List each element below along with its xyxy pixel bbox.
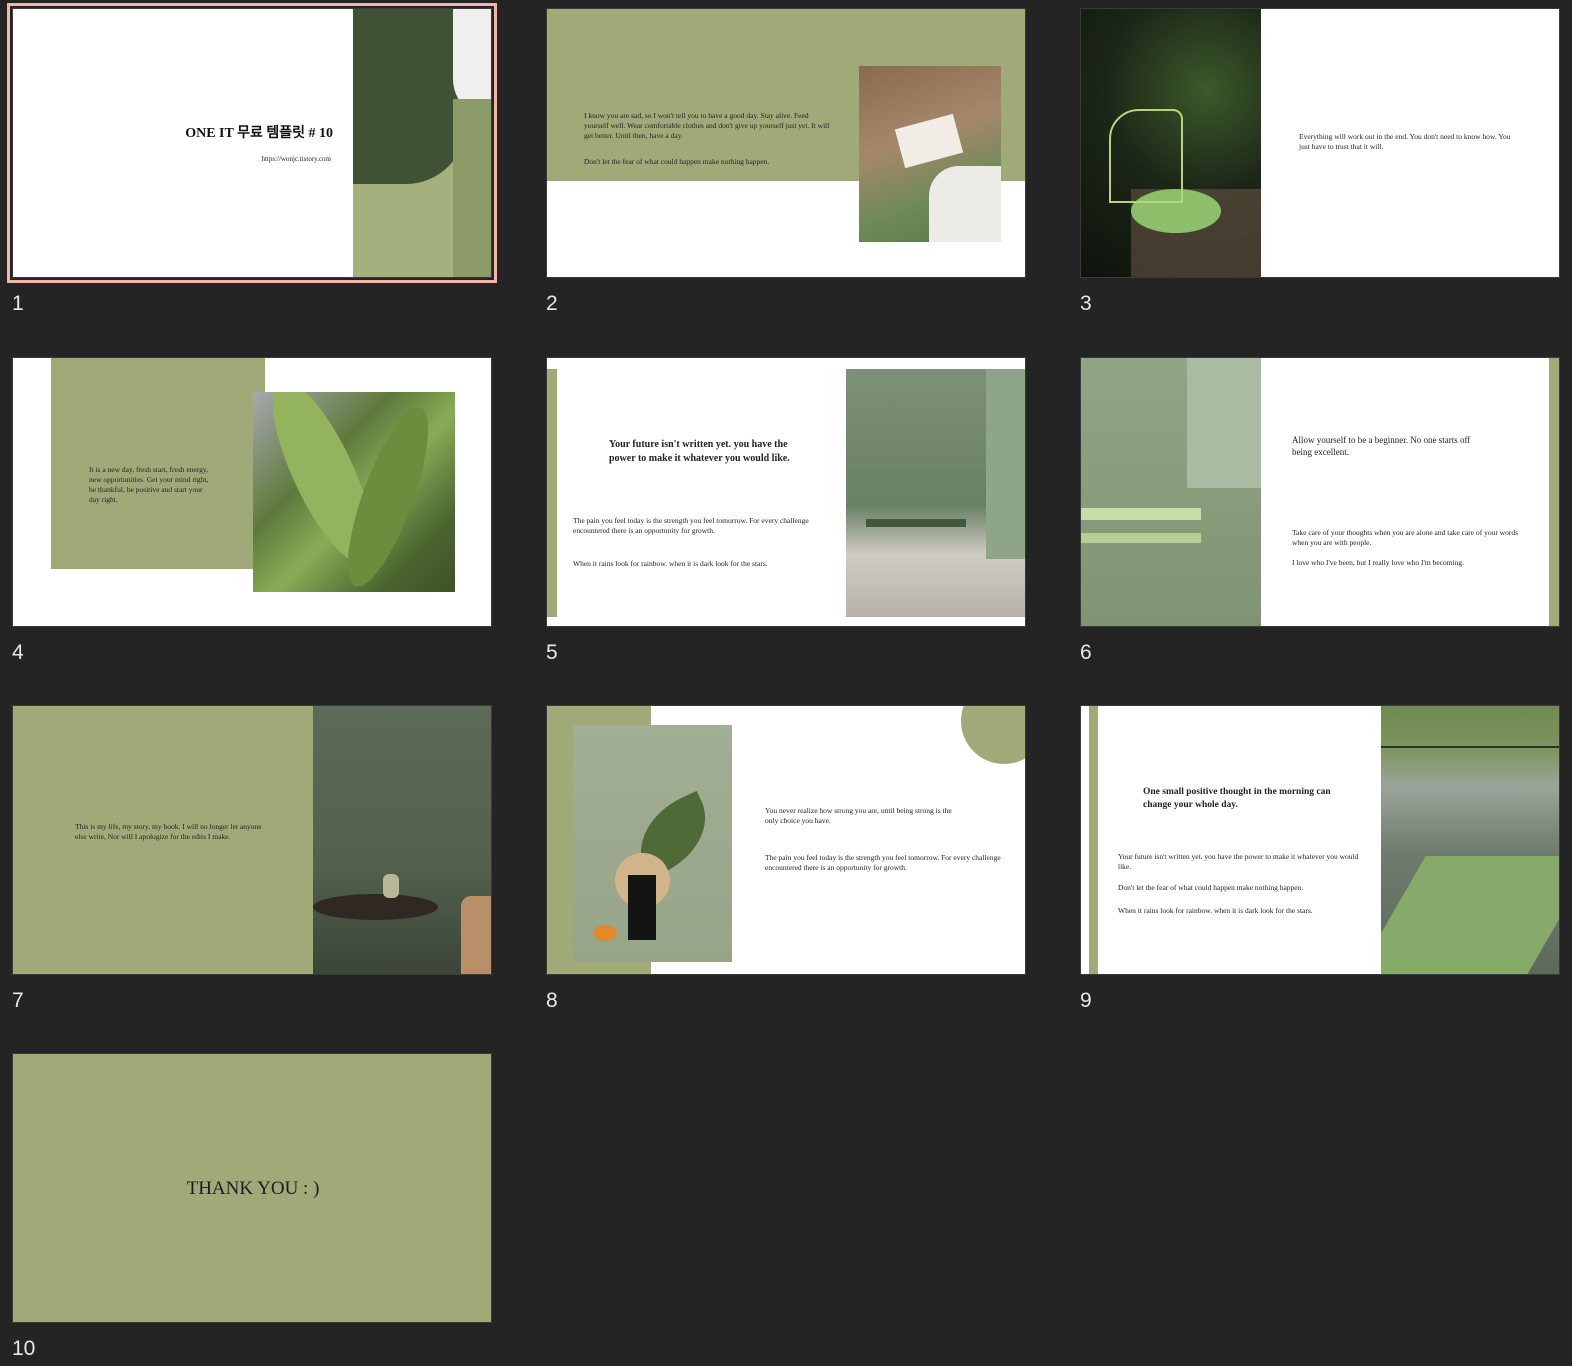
slide-heading: Allow yourself to be a beginner. No one … <box>1292 435 1471 458</box>
slide-number: 7 <box>12 989 24 1012</box>
body-text: You never realize how strong you are, un… <box>765 806 952 826</box>
body-text-3: When it rains look for rainbow. when it … <box>1118 906 1313 915</box>
slide-8-canvas: You never realize how strong you are, un… <box>546 705 1026 975</box>
slide-number: 2 <box>546 292 558 315</box>
sage-stripe <box>547 369 557 617</box>
slide-7-canvas: This is my life, my story, my book. I wi… <box>12 705 492 975</box>
slide-number: 1 <box>12 292 24 315</box>
dining-table-photo <box>313 706 491 974</box>
green-bathroom-photo <box>846 369 1025 617</box>
chair-photo <box>859 66 1001 242</box>
slide-number: 5 <box>546 641 558 664</box>
court-surface <box>1381 856 1559 974</box>
green-stairs-photo <box>1081 358 1261 626</box>
body-text-2: Don't let the fear of what could happen … <box>1118 883 1304 892</box>
vase-shape <box>383 874 399 898</box>
sage-circle <box>961 706 1025 764</box>
step-highlight-2 <box>1081 533 1201 543</box>
slide-4-canvas: It is a new day, fresh start, fresh ener… <box>12 357 492 627</box>
chair-back-shape <box>1109 109 1183 203</box>
sage-stripe <box>1549 358 1559 626</box>
body-text: Your future isn't written yet. you have … <box>1118 852 1359 872</box>
dark-green-shape <box>353 9 466 184</box>
plant-leaves-photo <box>253 392 455 592</box>
slide-number: 4 <box>12 641 24 664</box>
slide-5-canvas: Your future isn't written yet. you have … <box>546 357 1026 627</box>
body-text: The pain you feel today is the strength … <box>573 516 809 536</box>
body-text-2: The pain you feel today is the strength … <box>765 853 1001 873</box>
wall-shape <box>1187 358 1261 488</box>
slide-9-canvas: One small positive thought in the mornin… <box>1080 705 1560 975</box>
body-text: I know you are sad, so I won't tell you … <box>584 111 830 141</box>
bench-shape <box>866 519 966 527</box>
sage-stripe <box>1089 706 1098 974</box>
slide-2-canvas: I know you are sad, so I won't tell you … <box>546 8 1026 278</box>
fruit-shape <box>593 925 617 941</box>
slide-heading: Your future isn't written yet. you have … <box>609 439 790 464</box>
slide-number: 9 <box>1080 989 1092 1012</box>
chair-shape <box>461 896 491 974</box>
body-text: Everything will work out in the end. You… <box>1299 132 1511 152</box>
body-text-2: Don't let the fear of what could happen … <box>584 157 770 166</box>
tennis-court-photo <box>1381 706 1559 974</box>
slide-number: 6 <box>1080 641 1092 664</box>
sage-block <box>51 358 265 569</box>
table-shape <box>313 894 438 920</box>
vase-shape <box>628 875 656 940</box>
slide-3-canvas: Everything will work out in the end. You… <box>1080 8 1560 278</box>
wall-shape <box>986 369 1025 559</box>
body-text-2: I love who I've been, but I really love … <box>1292 558 1465 567</box>
green-shape <box>453 99 491 277</box>
book-shape <box>894 113 964 169</box>
slide-number: 10 <box>12 1337 36 1360</box>
slide-6-canvas: Allow yourself to be a beginner. No one … <box>1080 357 1560 627</box>
slide-title: THANK YOU : ) <box>186 1178 320 1199</box>
slide-heading: One small positive thought in the mornin… <box>1143 787 1331 810</box>
slide-title: ONE IT 무료 템플릿 # 10 <box>185 126 333 141</box>
slide-10-canvas: THANK YOU : ) <box>12 1053 492 1323</box>
slide-number: 8 <box>546 989 558 1012</box>
body-text: This is my life, my story, my book. I wi… <box>75 822 262 842</box>
cloth-shape <box>929 166 1001 242</box>
slide-1-canvas: ONE IT 무료 템플릿 # 10 https://wonjc.tistory… <box>7 3 497 283</box>
slide-number: 3 <box>1080 292 1092 315</box>
net-line <box>1381 746 1559 748</box>
body-text: It is a new day, fresh start, fresh ener… <box>89 465 209 505</box>
slide-url: https://wonjc.tistory.com <box>261 155 331 163</box>
body-text: Take care of your thoughts when you are … <box>1292 528 1519 548</box>
palm-leaf-photo <box>573 725 732 962</box>
step-highlight <box>1081 508 1201 520</box>
chair-plant-photo <box>1081 9 1261 277</box>
body-text-2: When it rains look for rainbow. when it … <box>573 559 768 568</box>
